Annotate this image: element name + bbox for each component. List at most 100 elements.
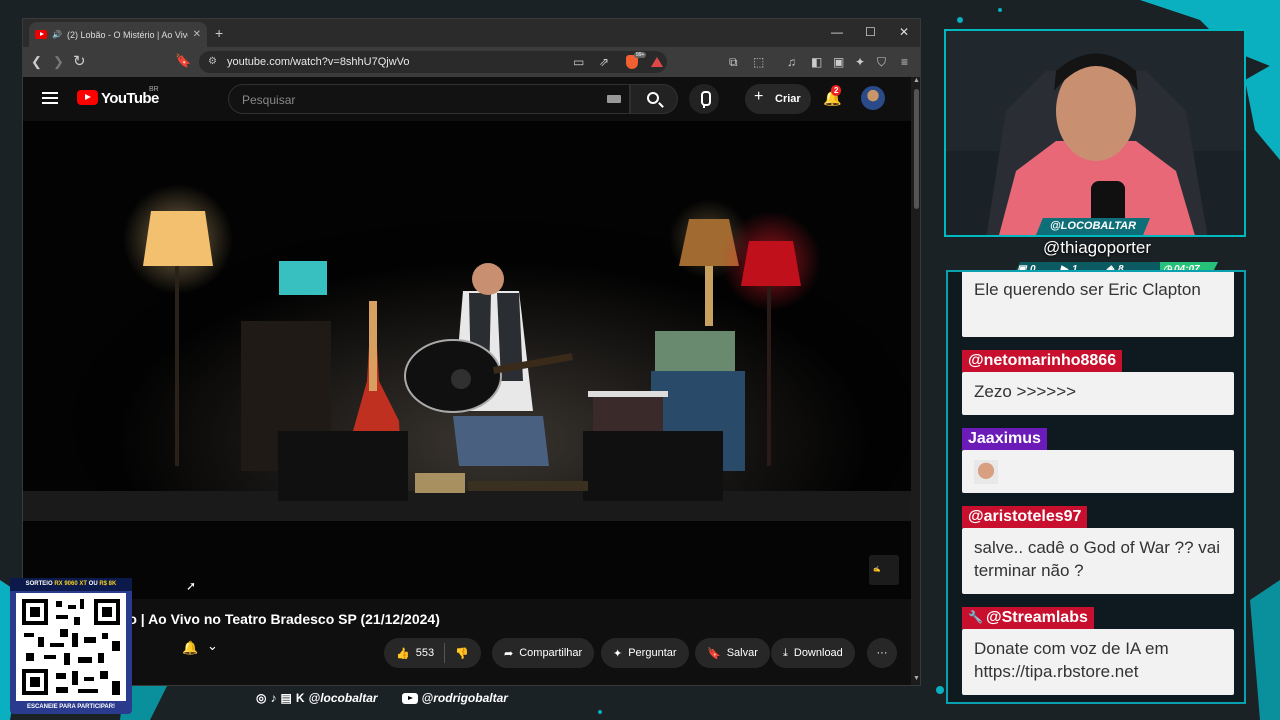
voice-search-icon[interactable] — [689, 84, 719, 114]
extensions-icon[interactable]: ⧉ — [729, 55, 738, 70]
url-text: youtube.com/watch?v=8shhU7QjwVo — [227, 56, 410, 68]
search-button[interactable] — [630, 84, 678, 114]
scroll-up-icon[interactable]: ▲ — [913, 77, 920, 84]
shields-count-badge: 99+ — [634, 52, 647, 58]
giveaway-prefix: SORTEIO — [25, 581, 55, 587]
screenshot-icon[interactable]: ⬚ — [753, 55, 764, 69]
browser-window: 🔊 (2) Lobão - O Mistério | Ao Vivo no Te… — [22, 18, 921, 686]
giveaway-cta: ESCANEIE PARA PARTICIPAR! — [26, 704, 116, 710]
wallet-icon[interactable]: ▣ — [833, 55, 844, 69]
url-field[interactable]: ⚙ youtube.com/watch?v=8shhU7QjwVo — [199, 51, 667, 73]
sidebar-icon[interactable]: ◧ — [811, 55, 822, 69]
download-label: Download — [793, 647, 843, 659]
music-icon[interactable]: ♫ — [787, 55, 796, 69]
chat-username-text: @Streamlabs — [986, 609, 1088, 626]
cast-icon[interactable]: ▭ — [573, 55, 584, 69]
video-watermark: ✍ — [869, 555, 899, 585]
like-count[interactable]: 553 — [416, 647, 434, 659]
reload-icon[interactable]: ↻ — [73, 52, 86, 70]
share-button[interactable]: ➦ Compartilhar — [492, 638, 595, 668]
forward-icon[interactable]: ❯ — [53, 54, 64, 70]
menu-icon[interactable]: ≡ — [901, 55, 908, 69]
giveaway-mid: OU — [87, 581, 100, 587]
new-tab-button[interactable]: + — [215, 25, 223, 41]
more-actions-button[interactable]: ··· — [867, 638, 897, 668]
social-links-bar: ◎ ♪ ▤ K @locobaltar @rodrigobaltar — [256, 689, 576, 707]
youtube-favicon-icon — [35, 30, 47, 39]
social-handle-2: @rodrigobaltar — [421, 691, 508, 705]
giveaway-prize: RX 9060 XT — [54, 581, 87, 587]
dislike-icon[interactable]: 👎 — [455, 647, 469, 660]
ai-sparkle-icon[interactable]: ✦ — [855, 55, 865, 69]
webcam-frame — [944, 29, 1246, 237]
bell-icon: 🔔 — [182, 640, 199, 655]
vpn-icon[interactable]: ⛉ — [877, 55, 886, 70]
giveaway-alt-prize: R$ 8K — [99, 581, 117, 587]
search-placeholder: Pesquisar — [242, 93, 296, 107]
streamer-webcam-image — [946, 31, 1244, 235]
search-icon — [647, 92, 659, 104]
share-arrow-icon: ➦ — [504, 647, 514, 660]
chat-message-2 — [962, 450, 1234, 493]
save-label: Salvar — [726, 647, 758, 659]
instagram-icon: ◎ — [256, 691, 267, 705]
video-player[interactable]: ✍ — [23, 121, 911, 599]
chat-message-3: salve.. cadê o God of War ?? vai termina… — [962, 528, 1234, 594]
video-info-section: rio | Ao Vivo no Teatro Bradesco SP (21/… — [23, 599, 911, 685]
minimize-button[interactable]: — — [831, 25, 843, 39]
ask-button[interactable]: ✦ Perguntar — [601, 638, 689, 668]
chat-text: Ele querendo ser Eric Clapton — [974, 280, 1201, 299]
plus-icon: + — [754, 88, 764, 105]
like-icon[interactable]: 👍 — [396, 647, 410, 660]
account-avatar[interactable] — [861, 86, 885, 110]
ask-label: Perguntar — [628, 647, 677, 659]
twitch-icon: ▤ — [280, 691, 292, 705]
chat-username-2: Jaaximus — [962, 428, 1047, 450]
download-icon: ⤓ — [783, 646, 788, 659]
subscription-bell-button[interactable]: 🔔 ⌄ — [173, 633, 231, 663]
mouse-cursor-icon: ➚ — [186, 579, 197, 593]
giveaway-card: SORTEIO RX 9060 XT OU R$ 8K ESCANEIE PAR… — [10, 578, 132, 714]
tab-title: (2) Lobão - O Mistério | Ao Vivo no Teat… — [66, 29, 188, 40]
site-settings-icon[interactable]: ⚙ — [208, 56, 217, 67]
chevron-down-icon: ⌄ — [207, 638, 218, 653]
country-code: BR — [149, 86, 159, 93]
youtube-icon — [401, 692, 418, 704]
share-icon[interactable]: ⇗ — [599, 55, 609, 69]
create-button[interactable]: + Criar — [745, 84, 811, 114]
search-input[interactable]: Pesquisar — [228, 84, 630, 114]
qr-pattern — [22, 599, 120, 695]
save-bookmark-icon: 🔖 — [707, 647, 721, 660]
streamer-handle-badge: @LOCOBALTAR — [1036, 218, 1150, 235]
save-button[interactable]: 🔖 Salvar — [695, 638, 770, 668]
keyboard-icon[interactable] — [607, 95, 621, 103]
sparkle-icon: ✦ — [613, 647, 623, 660]
youtube-header: YouTube BR Pesquisar + Criar 🔔 2 — [23, 77, 911, 121]
social-handle-1: @locobaltar — [308, 691, 378, 705]
kick-icon: K — [295, 691, 305, 705]
bookmark-icon[interactable]: 🔖 — [175, 53, 191, 69]
tab-close-icon[interactable]: ✕ — [193, 29, 201, 40]
tab-bar: 🔊 (2) Lobão - O Mistério | Ao Vivo no Te… — [23, 19, 920, 47]
page-scrollbar[interactable]: ▲ ▼ — [911, 77, 920, 685]
tiktok-icon: ♪ — [270, 691, 277, 705]
brave-rewards-icon[interactable] — [651, 57, 663, 67]
chat-text: Zezo >>>>>> — [974, 382, 1077, 401]
youtube-logo-icon[interactable] — [77, 90, 98, 105]
close-window-button[interactable]: ✕ — [899, 25, 909, 39]
scrollbar-thumb[interactable] — [914, 89, 919, 209]
browser-tab-active[interactable]: 🔊 (2) Lobão - O Mistério | Ao Vivo no Te… — [29, 22, 207, 47]
like-dislike-group: 👍 553 👎 — [384, 638, 481, 668]
scroll-down-icon[interactable]: ▼ — [913, 675, 920, 682]
video-title: rio | Ao Vivo no Teatro Bradesco SP (21/… — [119, 611, 440, 627]
chat-message-1: Zezo >>>>>> — [962, 372, 1234, 415]
qr-code[interactable] — [16, 593, 126, 701]
back-icon[interactable]: ❮ — [31, 54, 42, 70]
share-label: Compartilhar — [519, 647, 583, 659]
face-emote-icon — [974, 460, 998, 484]
download-button[interactable]: ⤓ Download — [771, 638, 855, 668]
hamburger-menu-icon[interactable] — [42, 92, 58, 104]
address-bar-row: ❮ ❯ ↻ 🔖 ⚙ youtube.com/watch?v=8shhU7QjwV… — [23, 47, 920, 77]
like-divider — [444, 643, 446, 663]
maximize-button[interactable]: ☐ — [865, 25, 876, 39]
